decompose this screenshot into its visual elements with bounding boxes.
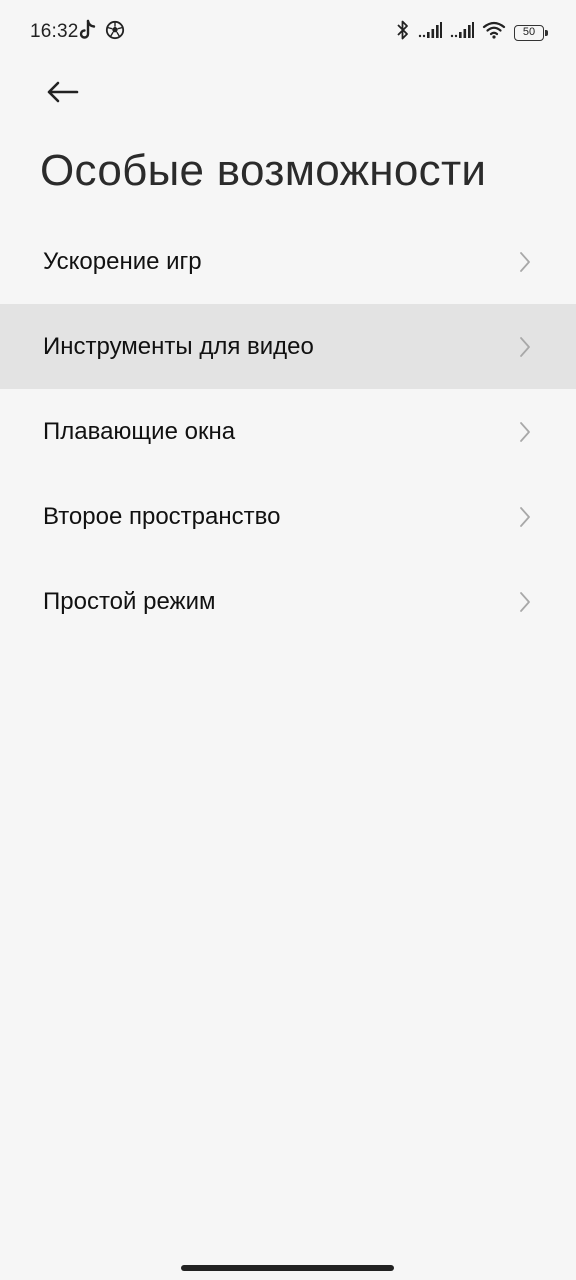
signal-icon: [418, 22, 442, 43]
menu-item-floating-windows[interactable]: Плавающие окна: [0, 389, 576, 474]
menu-item-simple-mode[interactable]: Простой режим: [0, 559, 576, 644]
bluetooth-icon: [396, 19, 410, 46]
tiktok-icon: [79, 19, 97, 46]
chevron-right-icon: [518, 505, 532, 529]
home-indicator[interactable]: [181, 1265, 394, 1271]
menu-item-game-turbo[interactable]: Ускорение игр: [0, 219, 576, 304]
menu-item-video-toolbox[interactable]: Инструменты для видео: [0, 304, 576, 389]
battery-level: 50: [522, 26, 536, 38]
page-title: Особые возможности: [40, 146, 487, 195]
menu-item-label: Простой режим: [43, 587, 216, 615]
soccer-ball-icon: [105, 20, 125, 45]
battery-icon: 50: [514, 24, 548, 41]
wifi-icon: [482, 21, 506, 44]
chevron-right-icon: [518, 420, 532, 444]
status-notification-icons: [79, 19, 125, 46]
signal-icon: [450, 22, 474, 43]
menu-item-label: Ускорение игр: [43, 247, 202, 275]
chevron-right-icon: [518, 335, 532, 359]
settings-list: Ускорение игр Инструменты для видео Плав…: [0, 219, 576, 644]
status-time: 16:32: [30, 21, 79, 42]
back-button[interactable]: [40, 72, 84, 112]
chevron-right-icon: [518, 590, 532, 614]
chevron-right-icon: [518, 250, 532, 274]
menu-item-second-space[interactable]: Второе пространство: [0, 474, 576, 559]
arrow-left-icon: [47, 81, 79, 103]
menu-item-label: Второе пространство: [43, 502, 281, 530]
menu-item-label: Плавающие окна: [43, 417, 236, 445]
status-bar: 16:32 50: [0, 0, 576, 64]
menu-item-label: Инструменты для видео: [43, 332, 314, 360]
status-system-icons: 50: [396, 19, 548, 46]
